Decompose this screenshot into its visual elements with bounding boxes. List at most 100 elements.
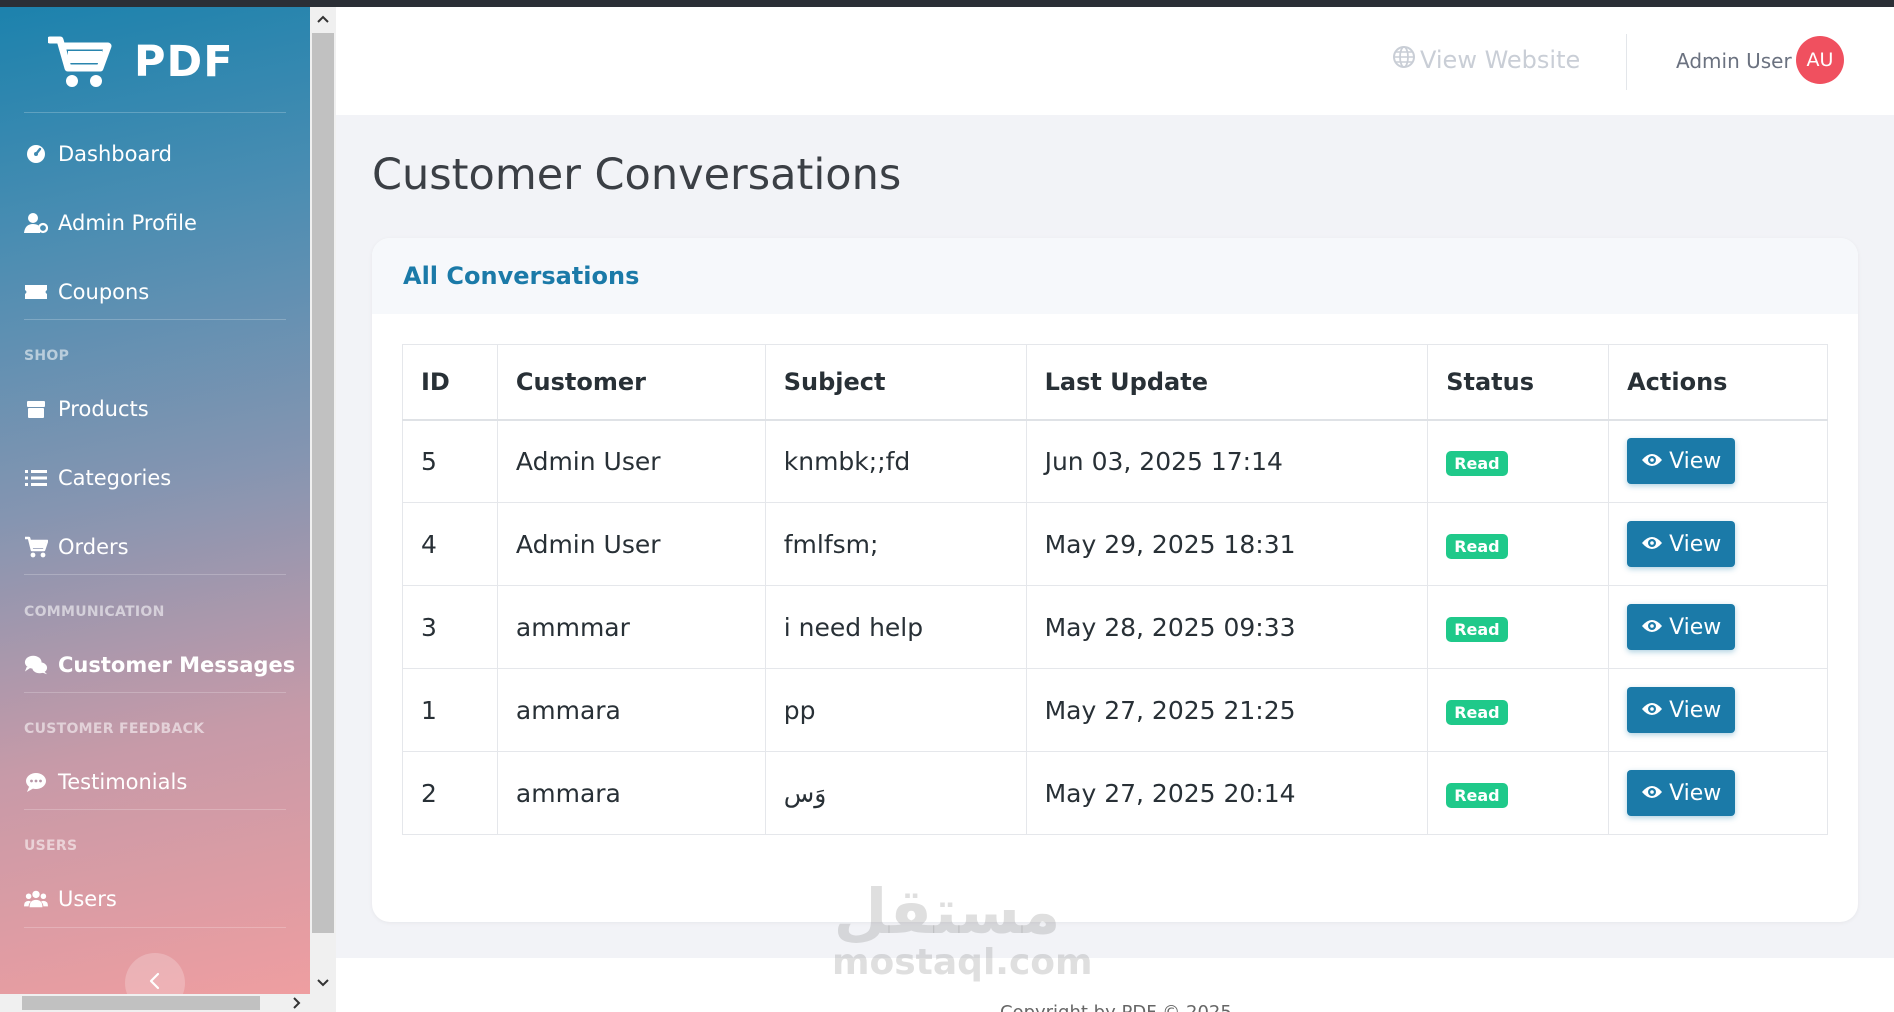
sidebar-item-label: Testimonials	[58, 770, 188, 794]
cell-actions: View	[1608, 502, 1828, 586]
conversations-table: ID Customer Subject Last Update Status A…	[402, 344, 1828, 835]
cell-subject: fmlfsm;	[764, 502, 1027, 586]
chevron-left-icon	[148, 971, 162, 995]
brand[interactable]: PDF	[46, 27, 234, 97]
sidebar-divider	[24, 809, 286, 810]
view-button[interactable]: View	[1627, 521, 1736, 567]
card-title: All Conversations	[372, 238, 1858, 314]
brand-name: PDF	[134, 37, 234, 87]
cell-last-update: May 29, 2025 18:31	[1025, 502, 1429, 586]
box-icon	[24, 397, 48, 421]
column-header-subject: Subject	[764, 344, 1027, 420]
section-heading-shop: SHOP	[24, 348, 70, 364]
cell-subject: i need help	[764, 585, 1027, 669]
sidebar-item-label: Dashboard	[58, 142, 172, 166]
sidebar-divider	[24, 112, 286, 113]
table-row: 2 ammara وَس May 27, 2025 20:14 Read Vie…	[402, 751, 1828, 835]
sidebar-item-testimonials[interactable]: Testimonials	[24, 762, 187, 802]
footer: Copyright by PDF © 2025	[336, 958, 1894, 1012]
view-button[interactable]: View	[1627, 770, 1736, 816]
cell-customer: ammmar	[496, 585, 766, 669]
sidebar-item-label: Products	[58, 397, 149, 421]
comments-icon	[24, 653, 48, 677]
view-button[interactable]: View	[1627, 604, 1736, 650]
eye-icon	[1641, 781, 1663, 806]
header-divider	[1626, 34, 1627, 90]
cell-actions: View	[1608, 751, 1828, 835]
status-badge: Read	[1446, 534, 1508, 559]
eye-icon	[1641, 698, 1663, 723]
view-button[interactable]: View	[1627, 687, 1736, 733]
cell-status: Read	[1427, 751, 1610, 835]
column-header-last-update: Last Update	[1025, 344, 1429, 420]
view-button-label: View	[1669, 614, 1722, 640]
sidebar-divider	[24, 574, 286, 575]
sidebar-item-categories[interactable]: Categories	[24, 458, 171, 498]
sidebar-item-coupons[interactable]: Coupons	[24, 272, 149, 312]
cell-id: 1	[402, 668, 498, 752]
view-button-label: View	[1669, 780, 1722, 806]
page-title: Customer Conversations	[372, 150, 902, 200]
cell-status: Read	[1427, 502, 1610, 586]
view-button[interactable]: View	[1627, 438, 1736, 485]
admin-user-name[interactable]: Admin User	[1676, 49, 1792, 73]
view-button-label: View	[1669, 697, 1722, 723]
cell-subject: وَس	[764, 751, 1027, 835]
ticket-icon	[24, 280, 48, 304]
cell-last-update: May 27, 2025 21:25	[1025, 668, 1429, 752]
status-badge: Read	[1446, 451, 1508, 477]
globe-icon	[1392, 45, 1416, 75]
scrollbar-thumb[interactable]	[312, 33, 334, 933]
sidebar-item-users[interactable]: Users	[24, 879, 117, 919]
cell-customer: Admin User	[496, 419, 766, 503]
section-heading-communication: COMMUNICATION	[24, 604, 165, 620]
table-row: 3 ammmar i need help May 28, 2025 09:33 …	[402, 585, 1828, 669]
cell-subject: knmbk;;fd	[764, 419, 1027, 503]
sidebar-divider	[24, 319, 286, 320]
sidebar-item-label: Coupons	[58, 280, 150, 304]
sidebar-horizontal-scrollbar[interactable]	[0, 994, 336, 1012]
column-header-id: ID	[402, 344, 498, 420]
sidebar-item-customer-messages[interactable]: Customer Messages	[24, 645, 295, 685]
cell-subject: pp	[764, 668, 1027, 752]
column-header-actions: Actions	[1608, 344, 1828, 420]
eye-icon	[1641, 532, 1663, 557]
sidebar-item-products[interactable]: Products	[24, 389, 149, 429]
sidebar-item-label: Orders	[58, 535, 129, 559]
cell-actions: View	[1608, 585, 1828, 669]
table-header-row: ID Customer Subject Last Update Status A…	[402, 344, 1828, 420]
cell-id: 5	[402, 419, 498, 503]
cell-actions: View	[1608, 668, 1828, 752]
browser-top-strip	[0, 0, 1894, 7]
column-header-status: Status	[1427, 344, 1610, 420]
cell-id: 3	[402, 585, 498, 669]
scroll-down-arrow-icon[interactable]	[310, 971, 336, 995]
view-website-link[interactable]: View Website	[1392, 45, 1580, 75]
sidebar-item-dashboard[interactable]: Dashboard	[24, 134, 172, 174]
scrollbar-thumb[interactable]	[22, 996, 260, 1010]
sidebar-item-label: Users	[58, 887, 117, 911]
sidebar-item-label: Customer Messages	[58, 653, 296, 677]
status-badge: Read	[1446, 700, 1508, 725]
cell-customer: ammara	[496, 751, 766, 835]
sidebar-item-orders[interactable]: Orders	[24, 527, 129, 567]
table-row: 4 Admin User fmlfsm; May 29, 2025 18:31 …	[402, 502, 1828, 586]
cell-customer: Admin User	[496, 502, 766, 586]
cell-id: 2	[402, 751, 498, 835]
cell-status: Read	[1427, 419, 1610, 503]
cell-last-update: Jun 03, 2025 17:14	[1025, 419, 1429, 503]
top-header: View Website Admin User AU	[336, 7, 1894, 115]
view-website-label: View Website	[1420, 46, 1581, 74]
eye-icon	[1641, 449, 1663, 474]
scroll-up-arrow-icon[interactable]	[310, 7, 336, 31]
sidebar-vertical-scrollbar[interactable]	[310, 7, 336, 997]
scroll-right-arrow-icon[interactable]	[286, 994, 308, 1012]
cell-id: 4	[402, 502, 498, 586]
table-row: 1 ammara pp May 27, 2025 21:25 Read View	[402, 668, 1828, 752]
sidebar: PDF Dashboard Admin Profile Coupons SHOP…	[0, 7, 310, 1012]
shopping-cart-icon	[46, 34, 112, 90]
avatar[interactable]: AU	[1796, 36, 1844, 84]
status-badge: Read	[1446, 783, 1508, 808]
sidebar-item-admin-profile[interactable]: Admin Profile	[24, 203, 197, 243]
copyright-text: Copyright by PDF © 2025	[1000, 1002, 1232, 1012]
